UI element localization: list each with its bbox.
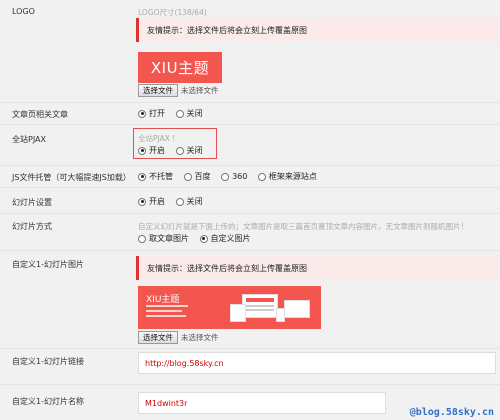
- slider1-upload-notice: 友情提示：选择文件后将会立刻上传覆盖原图: [136, 256, 498, 280]
- slider-mode-hint: 自定义幻灯片就是下面上传的；文章图片是取三篇首页置顶文章内容图片，无文章图片则随…: [138, 222, 468, 231]
- logo-preview-image: XIU主题: [138, 52, 222, 83]
- laptop-mockup-icon: [284, 300, 310, 318]
- related-posts-options: 打开 关闭: [138, 108, 211, 120]
- slider-mode-label: 幻灯片方式: [12, 222, 52, 231]
- pjax-option-off[interactable]: 关闭: [175, 145, 203, 156]
- slider1-image-label: 自定义1-幻灯片图片: [12, 260, 84, 269]
- divider: [0, 187, 500, 188]
- js-hosting-option-origin[interactable]: 框架来源站点: [257, 171, 317, 182]
- pjax-hint: 全站PJAX !: [138, 134, 176, 143]
- radio-selected-icon[interactable]: [138, 172, 146, 181]
- slider-setting-label: 幻灯片设置: [12, 198, 52, 207]
- related-posts-label: 文章页相关文章: [12, 110, 68, 119]
- slider1-name-input[interactable]: M1dwint3r: [138, 392, 386, 414]
- radio-icon[interactable]: [257, 172, 266, 181]
- slider1-preview-image: XIU主题: [138, 286, 321, 329]
- radio-icon[interactable]: [183, 172, 192, 181]
- watermark: @blog.58sky.cn: [409, 407, 494, 418]
- radio-icon[interactable]: [221, 172, 230, 181]
- slider-setting-option-off[interactable]: 关闭: [175, 196, 203, 207]
- logo-upload-notice-text: 友情提示：选择文件后将会立刻上传覆盖原图: [147, 25, 307, 35]
- divider: [0, 165, 500, 166]
- phone-mockup-icon: [276, 308, 285, 322]
- banner-text-line: [146, 315, 186, 317]
- slider1-no-file-text: 未选择文件: [181, 333, 219, 342]
- logo-choose-file-button[interactable]: 选择文件: [138, 84, 178, 97]
- monitor-mockup-icon: [242, 294, 278, 318]
- slider1-link-input[interactable]: http://blog.58sky.cn: [138, 352, 496, 374]
- logo-file-control: 选择文件 未选择文件: [138, 84, 219, 97]
- js-hosting-label: JS文件托管（可大幅提速JS加载）: [12, 173, 131, 182]
- radio-selected-icon[interactable]: [199, 234, 208, 243]
- divider: [0, 102, 500, 103]
- js-hosting-option-baidu[interactable]: 百度: [183, 171, 211, 182]
- banner-text-line: [146, 305, 188, 307]
- slider-setting-options: 开启 关闭: [138, 196, 211, 208]
- logo-upload-notice: 友情提示：选择文件后将会立刻上传覆盖原图: [136, 18, 498, 42]
- slider1-upload-notice-text: 友情提示：选择文件后将会立刻上传覆盖原图: [147, 263, 307, 273]
- logo-no-file-text: 未选择文件: [181, 86, 219, 95]
- logo-size-hint: LOGO尺寸(138/64): [138, 8, 207, 17]
- pjax-label: 全站PJAX: [12, 135, 46, 144]
- js-hosting-option-none[interactable]: 不托管: [138, 171, 173, 182]
- banner-text-line: [146, 310, 182, 312]
- divider: [0, 348, 500, 349]
- radio-selected-icon[interactable]: [138, 109, 146, 118]
- logo-label: LOGO: [12, 7, 35, 16]
- radio-selected-icon[interactable]: [138, 146, 146, 155]
- logo-preview-text: XIU主题: [150, 59, 210, 77]
- radio-icon[interactable]: [175, 146, 184, 155]
- slider1-link-label: 自定义1-幻灯片链接: [12, 357, 84, 366]
- divider: [0, 124, 500, 125]
- js-hosting-option-360[interactable]: 360: [221, 172, 247, 181]
- divider: [0, 213, 500, 214]
- slider-mode-options: 取文章图片 自定义图片: [138, 233, 259, 245]
- slider-setting-option-on[interactable]: 开启: [138, 196, 165, 207]
- pjax-options: 开启 关闭: [138, 145, 211, 157]
- slider1-name-label: 自定义1-幻灯片名称: [12, 397, 84, 406]
- radio-icon[interactable]: [175, 197, 184, 206]
- slider-mode-option-custom-images[interactable]: 自定义图片: [199, 233, 251, 244]
- radio-selected-icon[interactable]: [138, 197, 146, 206]
- slider1-choose-file-button[interactable]: 选择文件: [138, 331, 178, 344]
- related-posts-option-open[interactable]: 打开: [138, 108, 165, 119]
- related-posts-option-close[interactable]: 关闭: [175, 108, 203, 119]
- divider: [0, 250, 500, 251]
- slider-mode-option-post-images[interactable]: 取文章图片: [138, 233, 189, 244]
- tablet-mockup-icon: [230, 304, 246, 322]
- radio-icon[interactable]: [175, 109, 184, 118]
- js-hosting-options: 不托管 百度 360 框架来源站点: [138, 171, 325, 183]
- radio-icon[interactable]: [138, 234, 146, 243]
- slider1-file-control: 选择文件 未选择文件: [138, 331, 219, 344]
- pjax-option-on[interactable]: 开启: [138, 145, 165, 156]
- slider1-banner-title: XIU主题: [146, 295, 180, 305]
- divider: [0, 384, 500, 385]
